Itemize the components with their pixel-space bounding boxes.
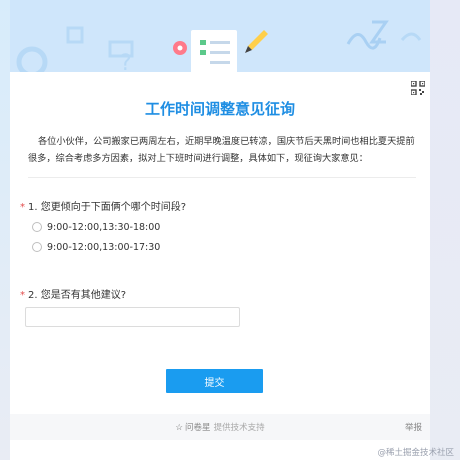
footer-brand: ☆ 问卷星 提供技术支持: [10, 421, 430, 433]
survey-title: 工作时间调整意见征询: [144, 100, 295, 118]
question-2-title: * 2. 您是否有其他建议?: [20, 286, 126, 301]
survey-card: ? 工作时间调整意见征询 各位小伙伴，公司搬家已两周左右，近期早晚温度已转凉，国…: [10, 0, 430, 460]
question-1-title: * 1. 您更倾向于下面俩个哪个时间段?: [20, 198, 186, 213]
intro-divider: [28, 177, 416, 178]
support-text: 提供技术支持: [213, 423, 265, 433]
qr-code-icon[interactable]: [410, 80, 426, 96]
radio-button[interactable]: [32, 242, 42, 252]
brand-name[interactable]: 问卷星: [185, 423, 211, 433]
question-1-option-2[interactable]: 9:00-12:00,13:00-17:30: [32, 240, 160, 254]
svg-text:?: ?: [120, 51, 132, 72]
radio-button[interactable]: [32, 222, 42, 232]
header-banner: ?: [10, 0, 430, 72]
watermark: @稀土掘金技术社区: [377, 448, 454, 458]
report-link[interactable]: 举报: [405, 421, 422, 433]
suggestion-input[interactable]: [25, 307, 240, 327]
option-label: 9:00-12:00,13:00-17:30: [47, 241, 161, 253]
question-1-option-1[interactable]: 9:00-12:00,13:30-18:00: [32, 220, 160, 234]
page-background-right: [430, 0, 460, 460]
option-label: 9:00-12:00,13:30-18:00: [47, 221, 161, 233]
banner-illustration: ?: [16, 20, 422, 72]
footer: ☆ 问卷星 提供技术支持 举报: [10, 414, 430, 440]
survey-intro: 各位小伙伴，公司搬家已两周左右，近期早晚温度已转凉，国庆节后天黑时间也相比夏天提…: [28, 136, 415, 164]
page-background-left: [0, 0, 10, 460]
question-1-label: 1. 您更倾向于下面俩个哪个时间段?: [28, 202, 187, 213]
submit-button[interactable]: 提交: [166, 369, 263, 393]
required-mark: *: [20, 290, 25, 301]
question-2-label: 2. 您是否有其他建议?: [28, 290, 127, 301]
required-mark: *: [20, 202, 25, 213]
star-icon: ☆: [175, 423, 184, 433]
